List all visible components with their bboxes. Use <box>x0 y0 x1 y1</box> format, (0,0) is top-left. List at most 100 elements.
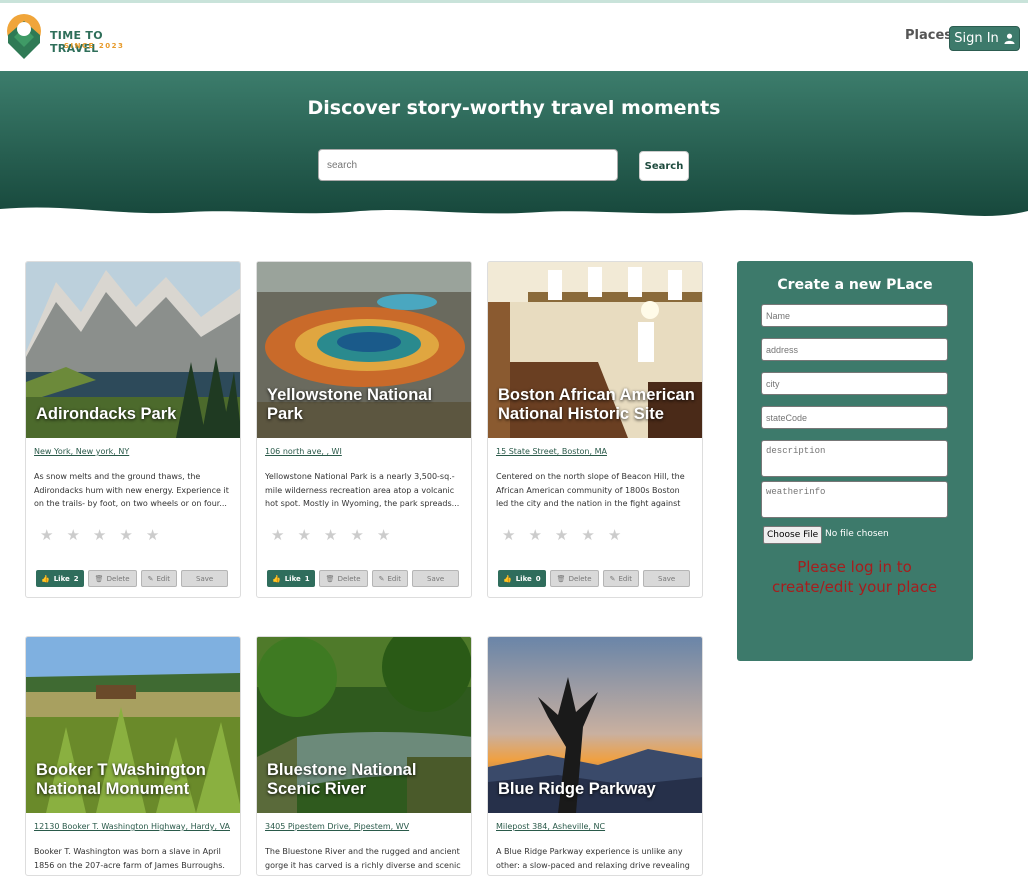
star-icon[interactable]: ★ <box>297 527 310 543</box>
user-icon <box>1004 33 1015 44</box>
rating-stars[interactable]: ★ ★ ★ ★ ★ <box>40 527 240 543</box>
edit-label: Edit <box>156 574 170 583</box>
star-icon[interactable]: ★ <box>555 527 568 543</box>
star-icon[interactable]: ★ <box>324 527 337 543</box>
like-label: Like <box>284 574 301 583</box>
place-card: Yellowstone National Park 106 north ave,… <box>256 261 472 598</box>
login-required-message: Please log in to create/edit your place <box>771 558 938 596</box>
search-input[interactable] <box>318 149 618 181</box>
save-button[interactable]: Save <box>643 570 691 587</box>
like-button[interactable]: 👍 Like 0 <box>498 570 546 587</box>
edit-button[interactable]: ✎ Edit <box>371 570 408 587</box>
place-title: Boston African American National Histori… <box>498 386 695 423</box>
place-title: Bluestone National Scenic River <box>267 761 417 798</box>
choose-file-button[interactable]: Choose File <box>763 526 823 544</box>
star-icon[interactable]: ★ <box>350 527 363 543</box>
star-icon[interactable]: ★ <box>377 527 390 543</box>
site-logo[interactable]: TIME TO TRAVEL SINCE 2023 <box>2 7 152 69</box>
like-count: 0 <box>535 574 541 583</box>
place-title: Yellowstone National Park <box>267 386 433 423</box>
star-icon[interactable]: ★ <box>528 527 541 543</box>
place-title: Adirondacks Park <box>36 405 177 423</box>
place-card: Boston African American National Histori… <box>487 261 703 598</box>
star-icon[interactable]: ★ <box>93 527 106 543</box>
delete-label: Delete <box>568 574 592 583</box>
place-address-link[interactable]: 3405 Pipestem Drive, Pipestem, WV <box>265 822 471 831</box>
place-image[interactable]: Adirondacks Park <box>26 262 240 438</box>
pencil-icon: ✎ <box>609 574 616 583</box>
pencil-icon: ✎ <box>378 574 385 583</box>
place-card: Booker T Washington National Monument 12… <box>25 636 241 876</box>
trash-icon: 🗑 <box>325 574 335 583</box>
like-count: 1 <box>304 574 310 583</box>
trash-icon: 🗑 <box>556 574 566 583</box>
edit-button[interactable]: ✎ Edit <box>140 570 177 587</box>
place-address-link[interactable]: Milepost 384, Asheville, NC <box>496 822 702 831</box>
like-button[interactable]: 👍 Like 1 <box>267 570 315 587</box>
state-code-field[interactable] <box>761 406 948 429</box>
delete-button[interactable]: 🗑 Delete <box>87 570 137 587</box>
site-header: TIME TO TRAVEL SINCE 2023 Places Sign In <box>0 3 1028 71</box>
save-label: Save <box>196 574 214 583</box>
place-address-link[interactable]: 15 State Street, Boston, MA <box>496 447 702 456</box>
star-icon[interactable]: ★ <box>146 527 159 543</box>
like-button[interactable]: 👍 Like 2 <box>36 570 84 587</box>
star-icon[interactable]: ★ <box>608 527 621 543</box>
star-icon[interactable]: ★ <box>40 527 53 543</box>
thumbs-up-icon: 👍 <box>41 574 50 583</box>
card-actions: 👍 Like 2 🗑 Delete ✎ Edit Save <box>36 570 240 597</box>
place-description: As snow melts and the ground thaws, the … <box>34 472 229 508</box>
delete-button[interactable]: 🗑 Delete <box>318 570 368 587</box>
star-icon[interactable]: ★ <box>502 527 515 543</box>
description-field[interactable] <box>761 440 948 477</box>
save-label: Save <box>658 574 676 583</box>
place-title: Blue Ridge Parkway <box>498 780 656 798</box>
place-description: Booker T. Washington was born a slave in… <box>34 847 225 870</box>
place-image[interactable]: Bluestone National Scenic River <box>257 637 471 813</box>
save-button[interactable]: Save <box>412 570 460 587</box>
place-address-link[interactable]: 12130 Booker T. Washington Highway, Hard… <box>34 822 240 831</box>
weatherinfo-field[interactable] <box>761 481 948 518</box>
star-icon[interactable]: ★ <box>119 527 132 543</box>
star-icon[interactable]: ★ <box>581 527 594 543</box>
place-image[interactable]: Boston African American National Histori… <box>488 262 702 438</box>
place-description: Centered on the north slope of Beacon Hi… <box>496 472 685 508</box>
save-label: Save <box>427 574 445 583</box>
place-address-link[interactable]: New York, New york, NY <box>34 447 240 456</box>
save-button[interactable]: Save <box>181 570 229 587</box>
delete-label: Delete <box>106 574 130 583</box>
edit-label: Edit <box>387 574 401 583</box>
logo-subtitle: SINCE 2023 <box>64 42 125 50</box>
sign-in-button[interactable]: Sign In <box>949 26 1020 51</box>
place-image[interactable]: Booker T Washington National Monument <box>26 637 240 813</box>
nav-places-link[interactable]: Places <box>905 28 952 43</box>
place-image[interactable]: Yellowstone National Park <box>257 262 471 438</box>
address-field[interactable] <box>761 338 948 361</box>
place-description: A Blue Ridge Parkway experience is unlik… <box>496 847 690 870</box>
star-icon[interactable]: ★ <box>66 527 79 543</box>
place-image[interactable]: Blue Ridge Parkway <box>488 637 702 813</box>
place-description: Yellowstone National Park is a nearly 3,… <box>265 472 460 508</box>
search-button[interactable]: Search <box>639 151 689 181</box>
card-actions: 👍 Like 1 🗑 Delete ✎ Edit Save <box>267 570 471 597</box>
star-icon[interactable]: ★ <box>271 527 284 543</box>
thumbs-up-icon: 👍 <box>272 574 281 583</box>
place-card: Bluestone National Scenic River 3405 Pip… <box>256 636 472 876</box>
like-count: 2 <box>73 574 79 583</box>
rating-stars[interactable]: ★ ★ ★ ★ ★ <box>271 527 471 543</box>
delete-button[interactable]: 🗑 Delete <box>549 570 599 587</box>
name-field[interactable] <box>761 304 948 327</box>
file-status-text: No file chosen <box>825 529 889 539</box>
place-description: The Bluestone River and the rugged and a… <box>265 847 461 870</box>
place-card: Blue Ridge Parkway Milepost 384, Ashevil… <box>487 636 703 876</box>
create-place-panel: Create a new PLace Choose File No file c… <box>737 261 973 661</box>
hero-banner: Discover story-worthy travel moments Sea… <box>0 71 1028 231</box>
create-place-title: Create a new PLace <box>777 277 933 293</box>
place-address-link[interactable]: 106 north ave, , WI <box>265 447 471 456</box>
place-title: Booker T Washington National Monument <box>36 761 206 798</box>
city-field[interactable] <box>761 372 948 395</box>
like-label: Like <box>515 574 532 583</box>
edit-button[interactable]: ✎ Edit <box>602 570 639 587</box>
rating-stars[interactable]: ★ ★ ★ ★ ★ <box>502 527 702 543</box>
like-label: Like <box>53 574 70 583</box>
